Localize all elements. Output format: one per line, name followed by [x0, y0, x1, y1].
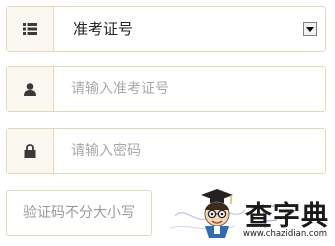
watermark-url-text: www.chazidian.com: [243, 229, 328, 239]
login-form: 准考证号 请输入准考证号 请输入密码 验证码不分大小写 查字典 www.chaz…: [0, 0, 335, 246]
list-icon-cell: [7, 7, 54, 51]
watermark-brand-text: 查字典: [245, 201, 329, 232]
lock-icon-cell: [7, 129, 54, 173]
captcha-image[interactable]: 查字典 www.chazidian.com: [165, 186, 335, 246]
id-type-selected-value: 准考证号: [73, 20, 134, 38]
chevron-down-icon: [306, 26, 314, 32]
password-field[interactable]: 请输入密码: [6, 128, 326, 174]
user-icon-cell: [7, 67, 54, 111]
user-icon: [24, 82, 36, 96]
ticket-number-field[interactable]: 请输入准考证号: [6, 66, 326, 112]
list-icon: [23, 23, 37, 35]
captcha-placeholder: 验证码不分大小写: [23, 205, 135, 221]
captcha-input[interactable]: 验证码不分大小写: [6, 190, 152, 236]
ticket-number-placeholder: 请输入准考证号: [71, 81, 169, 97]
password-placeholder: 请输入密码: [71, 143, 141, 159]
id-type-select[interactable]: 准考证号: [6, 6, 326, 52]
dropdown-arrow-button[interactable]: [303, 22, 317, 36]
lock-icon: [24, 144, 36, 158]
